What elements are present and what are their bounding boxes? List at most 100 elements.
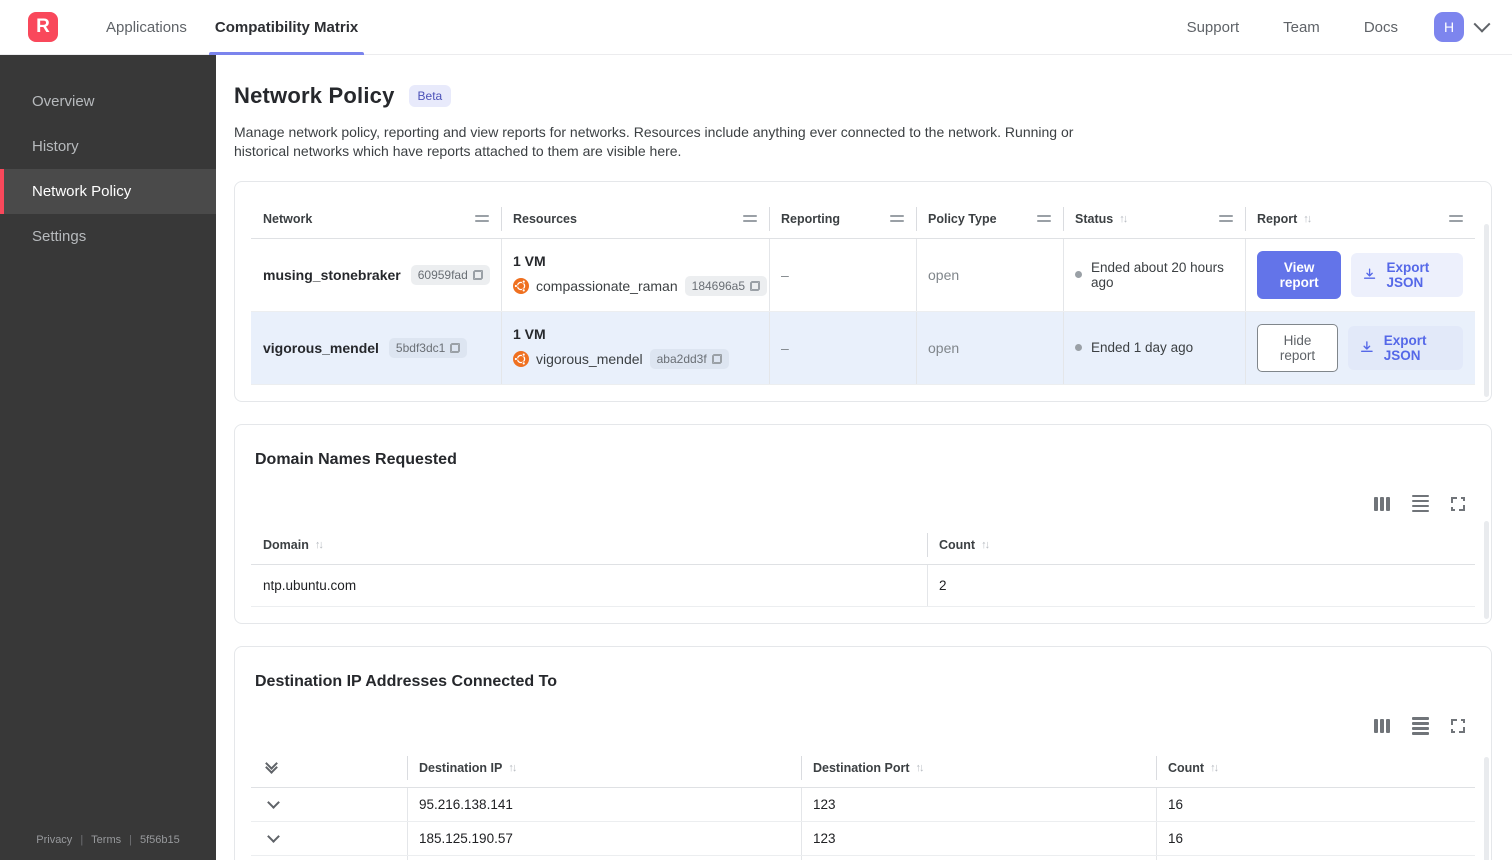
col-domain[interactable]: Domain ↑↓ [251, 526, 927, 564]
resize-handle-icon[interactable] [1037, 215, 1051, 223]
policy-type-cell: open [916, 311, 1063, 384]
destination-row[interactable]: 185.125.190.57 123 16 [251, 821, 1475, 856]
destination-row[interactable]: 95.216.138.141 123 16 [251, 787, 1475, 822]
link-team[interactable]: Team [1265, 19, 1338, 36]
col-policy-type[interactable]: Policy Type [916, 200, 1063, 238]
chevron-down-icon[interactable] [267, 795, 280, 809]
table-scrollbar[interactable] [1484, 757, 1489, 860]
columns-icon[interactable] [1374, 496, 1390, 511]
topbar-right: Support Team Docs H [1169, 12, 1491, 42]
chevron-down-icon[interactable] [267, 829, 280, 843]
hide-report-button[interactable]: Hide report [1257, 323, 1339, 372]
chevron-down-icon[interactable] [1473, 15, 1491, 33]
build-version: 5f56b15 [139, 834, 180, 846]
sidebar-item-settings[interactable]: Settings [0, 214, 216, 259]
privacy-link[interactable]: Privacy [36, 834, 72, 846]
destination-port-cell: 123 [801, 821, 1156, 855]
sort-icon[interactable]: ↑↓ [1210, 762, 1219, 774]
status-cell: Ended about 20 hours ago [1063, 238, 1245, 311]
col-network[interactable]: Network [251, 200, 501, 238]
table-scrollbar[interactable] [1484, 520, 1489, 620]
fullscreen-icon[interactable] [1451, 719, 1465, 734]
resize-handle-icon[interactable] [1219, 215, 1233, 223]
network-id-badge[interactable]: 5bdf3dc1 [388, 337, 468, 358]
col-count[interactable]: Count ↑↓ [1156, 749, 1475, 787]
row-expander[interactable] [251, 822, 407, 855]
resize-handle-icon[interactable] [890, 215, 904, 223]
network-row[interactable]: musing_stonebraker 60959fad 1 VM compass… [251, 238, 1475, 312]
row-expander[interactable] [251, 788, 407, 821]
sort-icon[interactable]: ↑↓ [916, 762, 925, 774]
sidebar-item-overview[interactable]: Overview [0, 79, 216, 124]
download-icon [1361, 341, 1373, 353]
col-destination-port[interactable]: Destination Port ↑↓ [801, 749, 1156, 787]
tab-applications[interactable]: Applications [92, 0, 201, 55]
sidebar-item-network-policy[interactable]: Network Policy [0, 169, 216, 214]
density-icon[interactable] [1412, 494, 1429, 513]
fullscreen-icon[interactable] [1451, 496, 1465, 511]
export-json-button[interactable]: Export JSON [1348, 325, 1463, 370]
sidebar-item-history[interactable]: History [0, 124, 216, 169]
count-cell: 16 [1156, 787, 1475, 821]
resize-handle-icon[interactable] [475, 215, 489, 223]
col-status[interactable]: Status ↑↓ [1063, 200, 1245, 238]
sort-icon[interactable]: ↑↓ [981, 539, 990, 551]
status-cell: Ended 1 day ago [1063, 311, 1245, 384]
resources-cell: 1 VM compassionate_raman 184696a5 [501, 238, 769, 311]
terms-link[interactable]: Terms [91, 834, 121, 846]
col-destination-ip[interactable]: Destination IP ↑↓ [407, 749, 801, 787]
col-report[interactable]: Report ↑↓ [1245, 200, 1475, 238]
domains-card-title: Domain Names Requested [255, 450, 457, 468]
resource-id-badge[interactable]: 184696a5 [684, 276, 768, 297]
domains-table-header: Domain ↑↓ Count ↑↓ [251, 526, 1475, 566]
sort-icon[interactable]: ↑↓ [508, 762, 517, 774]
top-navigation: Applications Compatibility Matrix [92, 0, 372, 55]
destination-ip-cell: 185.125.190.57 [407, 821, 801, 855]
col-count[interactable]: Count ↑↓ [927, 526, 1475, 564]
resize-handle-icon[interactable] [743, 215, 757, 223]
page-title: Network Policy [234, 83, 395, 108]
link-docs[interactable]: Docs [1346, 19, 1416, 36]
density-icon[interactable] [1412, 717, 1429, 735]
resources-cell: 1 VM vigorous_mendel aba2dd3f [501, 311, 769, 384]
destination-ip-cell: 162.159.200.123 [407, 855, 801, 860]
resource-id-badge[interactable]: aba2dd3f [649, 349, 729, 370]
network-row[interactable]: vigorous_mendel 5bdf3dc1 1 VM vigorous_m… [251, 311, 1475, 385]
copy-icon[interactable] [450, 342, 461, 353]
sort-icon[interactable]: ↑↓ [315, 539, 324, 551]
resize-handle-icon[interactable] [1449, 215, 1463, 223]
copy-icon[interactable] [472, 269, 483, 280]
avatar[interactable]: H [1434, 12, 1464, 42]
ubuntu-icon [513, 351, 529, 368]
destinations-table-header: Destination IP ↑↓ Destination Port ↑↓ Coun… [251, 749, 1475, 788]
download-icon [1364, 268, 1376, 280]
col-reporting[interactable]: Reporting [769, 200, 916, 238]
main-content: Network Policy Beta Manage network polic… [216, 55, 1512, 860]
columns-icon[interactable] [1374, 719, 1390, 734]
network-id-badge[interactable]: 60959fad [410, 264, 490, 285]
beta-badge: Beta [408, 85, 452, 107]
reporting-cell: – [769, 238, 916, 311]
domains-card: Domain Names Requested Domain ↑↓ Count ↑↓ … [234, 423, 1492, 625]
tab-compatibility-matrix[interactable]: Compatibility Matrix [201, 0, 372, 55]
count-cell: 16 [1156, 855, 1475, 860]
sort-icon[interactable]: ↑↓ [1119, 213, 1128, 225]
table-scrollbar[interactable] [1484, 223, 1489, 397]
expand-all-icon[interactable] [251, 749, 407, 787]
app-logo[interactable]: R [28, 12, 58, 42]
export-json-button[interactable]: Export JSON [1351, 252, 1463, 297]
row-expander[interactable] [251, 856, 407, 860]
reporting-cell: – [769, 311, 916, 384]
domain-row[interactable]: ntp.ubuntu.com 2 [251, 565, 1475, 608]
network-cell: musing_stonebraker 60959fad [251, 239, 501, 311]
link-support[interactable]: Support [1169, 19, 1258, 36]
col-resources[interactable]: Resources [501, 200, 769, 238]
copy-icon[interactable] [750, 281, 761, 292]
destination-row[interactable]: 162.159.200.123 123 16 [251, 855, 1475, 860]
view-report-button[interactable]: View report [1257, 250, 1342, 299]
destinations-card-title: Destination IP Addresses Connected To [255, 673, 557, 691]
report-cell: View report Export JSON [1245, 238, 1475, 311]
copy-icon[interactable] [711, 354, 722, 365]
ubuntu-icon [513, 278, 529, 295]
sort-icon[interactable]: ↑↓ [1303, 213, 1312, 225]
